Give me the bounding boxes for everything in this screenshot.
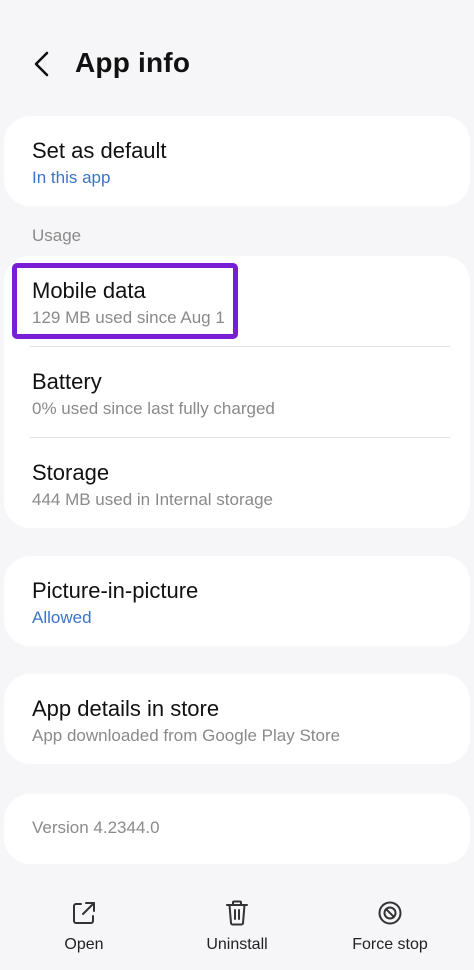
app-bar: App info xyxy=(0,0,474,120)
bottom-action-bar: Open Uninstall Force stop xyxy=(0,880,474,970)
defaults-card: Set as default In this app xyxy=(4,116,470,206)
chevron-left-icon xyxy=(34,51,49,77)
mobile-data-title: Mobile data xyxy=(32,278,146,303)
set-as-default-subtitle: In this app xyxy=(32,168,111,187)
page-title: App info xyxy=(75,47,191,78)
storage-item[interactable]: Storage 444 MB used in Internal storage xyxy=(4,438,470,528)
uninstall-label: Uninstall xyxy=(206,936,268,953)
force-stop-button[interactable]: Force stop xyxy=(320,898,460,968)
set-as-default-item[interactable]: Set as default In this app xyxy=(4,116,470,206)
open-button[interactable]: Open xyxy=(14,898,154,968)
back-button[interactable] xyxy=(24,44,60,84)
usage-card: Mobile data 129 MB used since Aug 1 Batt… xyxy=(4,256,470,528)
set-as-default-title: Set as default xyxy=(32,138,167,163)
pip-subtitle: Allowed xyxy=(32,608,92,627)
battery-subtitle: 0% used since last fully charged xyxy=(32,399,275,418)
trash-icon xyxy=(226,900,248,926)
usage-section-label: Usage xyxy=(32,226,82,245)
pip-title: Picture-in-picture xyxy=(32,578,199,603)
storage-title: Storage xyxy=(32,460,110,485)
pip-card: Picture-in-picture Allowed xyxy=(4,556,470,646)
store-subtitle: App downloaded from Google Play Store xyxy=(32,726,341,745)
uninstall-button[interactable]: Uninstall xyxy=(167,898,307,968)
stop-circle-icon xyxy=(378,901,402,925)
mobile-data-subtitle: 129 MB used since Aug 1 xyxy=(32,308,225,327)
open-label: Open xyxy=(64,936,104,953)
storage-subtitle: 444 MB used in Internal storage xyxy=(32,490,273,509)
store-card: App details in store App downloaded from… xyxy=(4,674,470,764)
store-title: App details in store xyxy=(32,696,220,721)
battery-item[interactable]: Battery 0% used since last fully charged xyxy=(4,347,470,437)
open-external-icon xyxy=(73,902,95,924)
app-details-in-store-item[interactable]: App details in store App downloaded from… xyxy=(4,674,470,764)
picture-in-picture-item[interactable]: Picture-in-picture Allowed xyxy=(4,556,470,646)
battery-title: Battery xyxy=(32,369,102,394)
version-text: Version 4.2344.0 xyxy=(32,818,160,837)
force-stop-label: Force stop xyxy=(352,936,428,953)
mobile-data-item[interactable]: Mobile data 129 MB used since Aug 1 xyxy=(4,256,470,346)
